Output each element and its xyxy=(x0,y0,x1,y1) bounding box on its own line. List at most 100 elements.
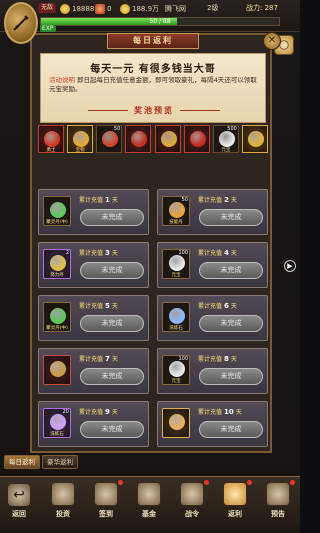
recharge-requirement: 累计充值 3 天 xyxy=(79,248,118,257)
divider-line xyxy=(180,109,220,111)
description-text: 即日起每日充值任意金额，即可领取豪礼，每隔4天还可以领取元宝奖励。 xyxy=(49,76,257,93)
reward-item-icon xyxy=(169,308,185,324)
recharge-requirement: 累计充值 4 天 xyxy=(198,248,237,257)
pool-reward-item[interactable] xyxy=(183,125,210,153)
pool-reward-item[interactable]: 勇士 xyxy=(38,125,64,153)
nav-item[interactable]: 基金 xyxy=(132,480,166,530)
reward-slot[interactable]: 50 技能丹 xyxy=(162,196,190,226)
requirement-unit: 天 xyxy=(111,303,118,310)
reward-item-icon xyxy=(169,255,185,271)
pool-reward-item[interactable]: 宝物 xyxy=(67,125,94,153)
requirement-day-count: 9 xyxy=(105,408,110,416)
gem-count: 0 xyxy=(107,4,112,13)
reward-slot[interactable]: 聚灵丹(中) xyxy=(43,196,71,226)
nav-item[interactable]: 签到 xyxy=(89,480,123,530)
exp-text: 50 / 88 xyxy=(149,18,171,25)
reward-slot[interactable] xyxy=(43,355,71,385)
back-button[interactable]: ↩ 返回 xyxy=(4,480,34,528)
requirement-label: 累计充值 xyxy=(79,250,104,257)
requirement-day-count: 7 xyxy=(105,355,110,363)
pool-reward-item[interactable]: 50 xyxy=(96,125,123,153)
tab-daily-rebate[interactable]: 每日返利 xyxy=(4,455,40,469)
reward-item-icon xyxy=(102,131,119,147)
player-avatar[interactable] xyxy=(4,2,38,44)
reward-item-icon xyxy=(247,131,264,147)
day-reward-card: 累计充值 10 天未完成 xyxy=(157,401,268,447)
reward-item-icon xyxy=(50,308,66,324)
claim-status-button[interactable]: 未完成 xyxy=(199,368,263,385)
reward-item-icon xyxy=(218,131,235,147)
reward-slot[interactable]: 20 洗练石 xyxy=(43,408,71,438)
pool-reward-item[interactable]: 500 元宝 xyxy=(212,125,239,153)
claim-status-button[interactable]: 未完成 xyxy=(199,209,263,226)
reward-slot[interactable]: 2 努力丹 xyxy=(43,249,71,279)
reward-item-icon xyxy=(50,361,66,377)
reward-slot[interactable]: 洗炼石 xyxy=(162,302,190,332)
reward-item-name: 洗炼石 xyxy=(169,326,183,331)
reward-item-icon xyxy=(44,131,60,147)
reward-item-icon xyxy=(73,131,90,147)
nav-item-label: 预告 xyxy=(271,509,285,518)
requirement-label: 累计充值 xyxy=(198,197,223,204)
claim-status-button[interactable]: 未完成 xyxy=(80,421,144,438)
recharge-requirement: 累计充值 7 天 xyxy=(79,354,118,363)
reward-count: 500 xyxy=(227,126,237,132)
nav-item-icon xyxy=(51,482,75,506)
gem-stat: 0 xyxy=(95,2,111,15)
reward-name: 元宝 xyxy=(221,148,231,153)
top-status-bar: 无敌 18888 0 188.9万 腾飞网 2级 战力: 287 50 / 88… xyxy=(0,0,300,32)
gem-icon xyxy=(95,3,105,14)
requirement-unit: 天 xyxy=(111,250,118,257)
nav-item-label: 战令 xyxy=(185,509,199,518)
claim-status-button[interactable]: 未完成 xyxy=(80,315,144,332)
nav-item[interactable]: 预告 xyxy=(261,480,295,530)
nav-item[interactable]: 战令 xyxy=(175,480,209,530)
silver-count: 188.9万 xyxy=(132,4,160,13)
reward-item-name: 元宝 xyxy=(171,379,181,384)
reward-slot[interactable]: 100 元宝 xyxy=(162,249,190,279)
claim-status-button[interactable]: 未完成 xyxy=(80,368,144,385)
back-arrow-icon: ↩ xyxy=(8,484,30,506)
claim-status-button[interactable]: 未完成 xyxy=(80,209,144,226)
pool-preview-title: 奖池预览 xyxy=(134,104,174,115)
close-button[interactable]: ✕ xyxy=(263,32,281,50)
nav-item-icon xyxy=(223,482,247,506)
day-reward-card: 聚灵丹(中) 累计充值 1 天未完成 xyxy=(38,189,149,235)
requirement-unit: 天 xyxy=(235,409,242,416)
reward-item-icon xyxy=(169,414,185,430)
coin-icon xyxy=(60,3,70,14)
reward-item-icon xyxy=(50,414,66,430)
reward-item-name: 聚灵丹(中) xyxy=(46,220,68,225)
reward-item-name: 洗练石 xyxy=(50,432,64,437)
day-reward-card: 聚灵丹(中) 累计充值 5 天未完成 xyxy=(38,295,149,341)
requirement-unit: 天 xyxy=(230,250,237,257)
reward-quantity: 20 xyxy=(62,409,69,415)
nav-item-icon xyxy=(137,482,161,506)
nav-item[interactable]: 返利 xyxy=(218,480,252,530)
requirement-label: 累计充值 xyxy=(79,197,104,204)
pool-reward-item[interactable] xyxy=(125,125,152,153)
requirement-day-count: 5 xyxy=(105,302,110,310)
claim-status-button[interactable]: 未完成 xyxy=(199,315,263,332)
coin-count: 18888 xyxy=(72,4,95,13)
day-reward-card: 2 努力丹 累计充值 3 天未完成 xyxy=(38,242,149,288)
pool-reward-item[interactable] xyxy=(241,125,268,153)
claim-status-button[interactable]: 未完成 xyxy=(80,262,144,279)
reward-quantity: 100 xyxy=(178,356,188,362)
play-icon[interactable]: ▶ xyxy=(284,260,296,272)
screen: 无敌 18888 0 188.9万 腾飞网 2级 战力: 287 50 / 88… xyxy=(0,0,300,533)
reward-name: 宝物 xyxy=(75,148,85,153)
reward-slot[interactable] xyxy=(162,408,190,438)
pool-reward-item[interactable] xyxy=(154,125,181,153)
reward-slot[interactable]: 100 元宝 xyxy=(162,355,190,385)
reward-quantity: 100 xyxy=(178,250,188,256)
recharge-requirement: 累计充值 6 天 xyxy=(198,301,237,310)
tab-luxury-rebate[interactable]: 豪华返利 xyxy=(42,455,78,469)
player-name: 腾飞网 xyxy=(165,4,187,13)
claim-status-button[interactable]: 未完成 xyxy=(199,421,263,438)
nav-item[interactable]: 投资 xyxy=(46,480,80,530)
claim-status-button[interactable]: 未完成 xyxy=(199,262,263,279)
recharge-requirement: 累计充值 10 天 xyxy=(198,407,242,416)
reward-slot[interactable]: 聚灵丹(中) xyxy=(43,302,71,332)
requirement-label: 累计充值 xyxy=(79,409,104,416)
